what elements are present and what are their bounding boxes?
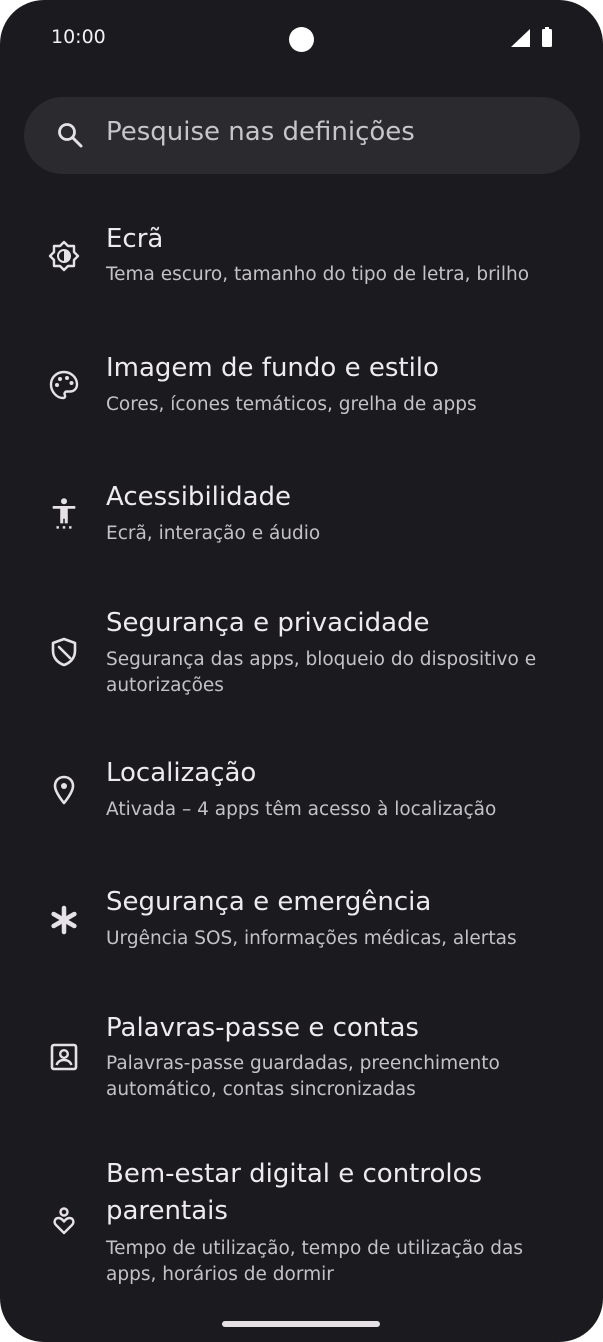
- shield-icon: [51, 637, 77, 667]
- search-placeholder: Pesquise nas definições: [106, 117, 415, 147]
- item-title: Palavras-passe e contas: [106, 1013, 419, 1043]
- item-subtitle: Palavras-passe guardadas, preenchimento: [106, 1053, 500, 1074]
- settings-item-display[interactable]: Ecrã Tema escuro, tamanho do tipo de let…: [0, 210, 603, 320]
- palette-icon: [49, 370, 79, 400]
- item-subtitle: apps, horários de dormir: [106, 1264, 334, 1285]
- item-subtitle: Cores, ícones temáticos, grelha de apps: [106, 394, 477, 415]
- camera-cutout: [289, 27, 314, 52]
- item-title: Segurança e privacidade: [106, 608, 430, 638]
- item-title: Localização: [106, 758, 257, 788]
- item-title: Segurança e emergência: [106, 887, 432, 917]
- location-pin-icon: [53, 775, 75, 805]
- settings-item-passwords-accounts[interactable]: Palavras-passe e contas Palavras-passe g…: [0, 1004, 603, 1114]
- search-bar[interactable]: Pesquise nas definições: [24, 97, 580, 174]
- asterisk-icon: [51, 905, 77, 935]
- settings-item-digital-wellbeing[interactable]: Bem-estar digital e controlos parentais …: [0, 1150, 603, 1300]
- settings-item-wallpaper-style[interactable]: Imagem de fundo e estilo Cores, ícones t…: [0, 340, 603, 450]
- status-time: 10:00: [51, 26, 106, 48]
- item-title: Ecrã: [106, 224, 164, 254]
- battery-icon: [542, 27, 552, 47]
- wellbeing-icon: [53, 1207, 75, 1235]
- home-indicator[interactable]: [222, 1321, 380, 1327]
- settings-item-safety-emergency[interactable]: Segurança e emergência Urgência SOS, inf…: [0, 878, 603, 988]
- item-title: parentais: [106, 1196, 228, 1226]
- account-box-icon: [50, 1043, 78, 1071]
- item-subtitle: automático, contas sincronizadas: [106, 1079, 416, 1100]
- settings-screen: 10:00 Pesquise nas definições Ecrã Tema …: [0, 0, 603, 1342]
- item-subtitle: Tema escuro, tamanho do tipo de letra, b…: [106, 264, 530, 285]
- accessibility-icon: [52, 498, 76, 529]
- item-title: Acessibilidade: [106, 482, 292, 512]
- search-icon: [58, 123, 83, 148]
- settings-item-security-privacy[interactable]: Segurança e privacidade Segurança das ap…: [0, 598, 603, 708]
- item-subtitle: autorizações: [106, 675, 224, 696]
- cell-signal-icon: [511, 29, 530, 47]
- item-title: Imagem de fundo e estilo: [106, 353, 439, 383]
- item-subtitle: Urgência SOS, informações médicas, alert…: [106, 928, 517, 949]
- settings-item-location[interactable]: Localização Ativada – 4 apps têm acesso …: [0, 748, 603, 858]
- status-bar: 10:00: [0, 0, 603, 78]
- item-subtitle: Segurança das apps, bloqueio do disposit…: [106, 649, 537, 670]
- brightness-icon: [48, 240, 80, 272]
- item-subtitle: Ecrã, interação e áudio: [106, 523, 321, 544]
- item-title: Bem-estar digital e controlos: [106, 1159, 483, 1189]
- item-subtitle: Tempo de utilização, tempo de utilização…: [106, 1238, 524, 1259]
- settings-item-accessibility[interactable]: Acessibilidade Ecrã, interação e áudio: [0, 470, 603, 580]
- item-subtitle: Ativada – 4 apps têm acesso à localizaçã…: [106, 799, 497, 820]
